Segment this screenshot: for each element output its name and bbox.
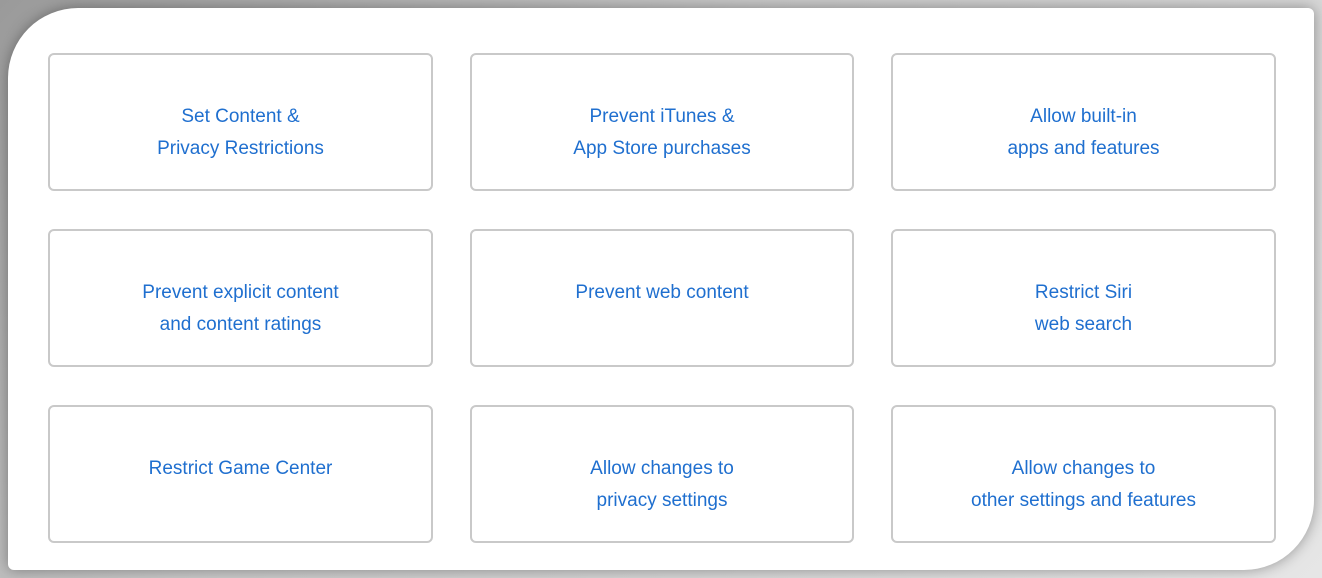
card-label: Allow changes to other settings and feat…	[971, 458, 1196, 511]
card-label: Restrict Game Center	[148, 458, 333, 479]
card-label: Prevent iTunes & App Store purchases	[573, 106, 751, 159]
card-set-content-privacy-restrictions[interactable]: Set Content & Privacy Restrictions	[48, 53, 433, 191]
card-allow-changes-privacy-settings[interactable]: Allow changes to privacy settings	[470, 405, 854, 543]
card-restrict-game-center[interactable]: Restrict Game Center	[48, 405, 433, 543]
card-prevent-web-content[interactable]: Prevent web content	[470, 229, 854, 367]
card-label: Restrict Siri web search	[1034, 282, 1133, 335]
card-label: Allow changes to privacy settings	[590, 458, 734, 511]
card-allow-changes-other-settings[interactable]: Allow changes to other settings and feat…	[891, 405, 1276, 543]
restrictions-panel: Set Content & Privacy Restrictions Preve…	[8, 8, 1314, 570]
card-allow-built-in-apps[interactable]: Allow built-in apps and features	[891, 53, 1276, 191]
card-label: Prevent explicit content and content rat…	[142, 282, 339, 335]
card-label: Prevent web content	[575, 282, 749, 303]
card-prevent-explicit-content[interactable]: Prevent explicit content and content rat…	[48, 229, 433, 367]
card-prevent-itunes-app-store-purchases[interactable]: Prevent iTunes & App Store purchases	[470, 53, 854, 191]
card-restrict-siri-web-search[interactable]: Restrict Siri web search	[891, 229, 1276, 367]
card-label: Set Content & Privacy Restrictions	[157, 106, 324, 159]
card-label: Allow built-in apps and features	[1007, 106, 1160, 159]
screenshot-frame: Set Content & Privacy Restrictions Preve…	[0, 0, 1322, 578]
restrictions-grid: Set Content & Privacy Restrictions Preve…	[48, 53, 1276, 543]
